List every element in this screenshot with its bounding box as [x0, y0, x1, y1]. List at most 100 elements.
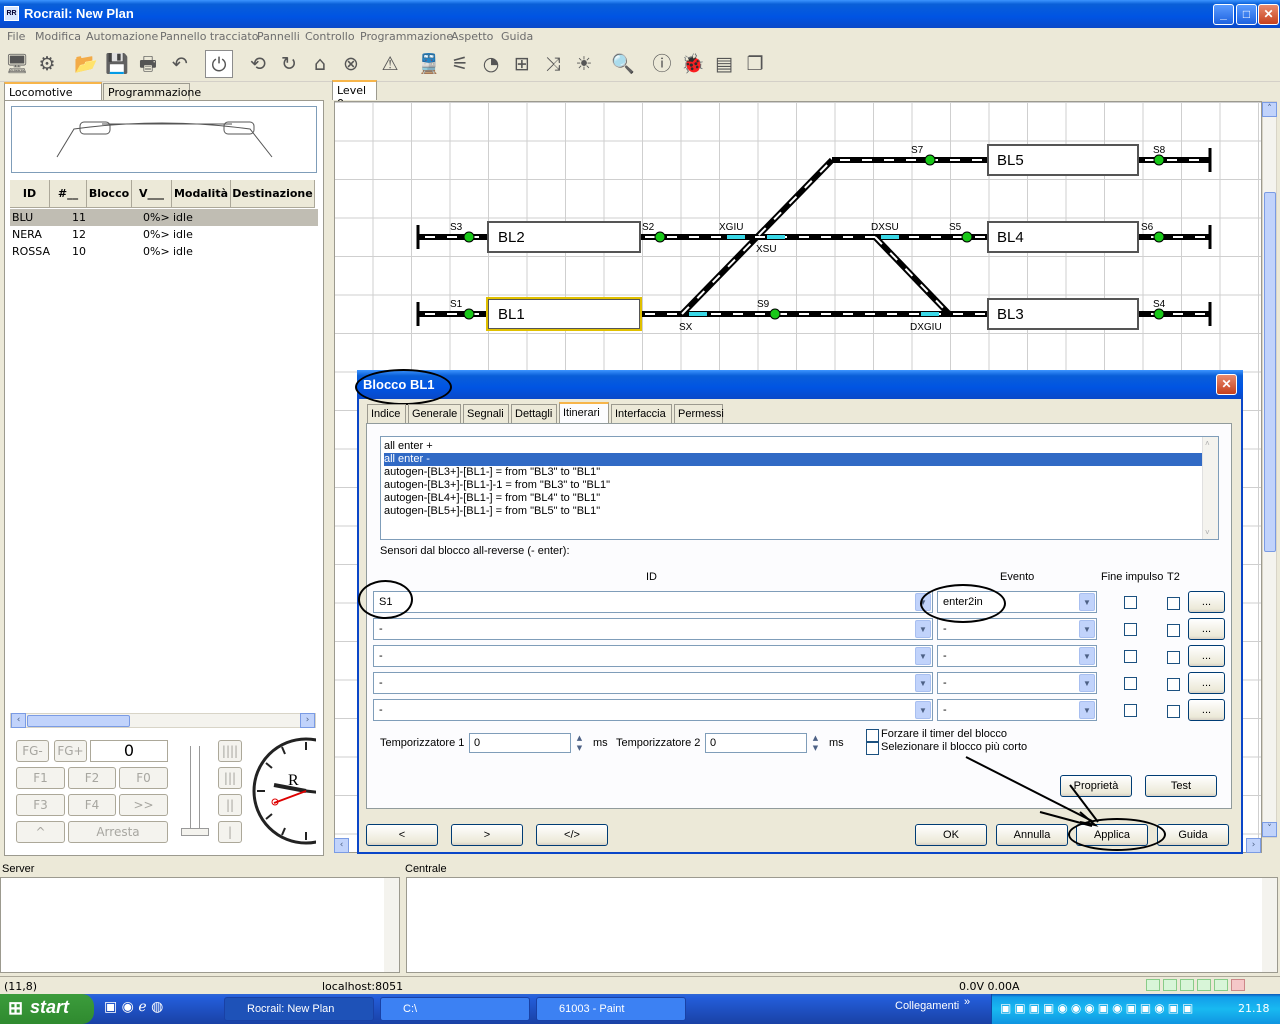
scroll-thumb[interactable] [27, 715, 130, 727]
t2-checkbox[interactable] [1167, 678, 1180, 691]
chevron-down-icon[interactable]: ▼ [915, 647, 931, 665]
light-icon[interactable]: ☀ [570, 50, 598, 78]
col-v[interactable]: V___ [132, 180, 172, 208]
tab-segnali[interactable]: Segnali [463, 404, 509, 423]
sensor-id-select[interactable]: - ▼ [373, 645, 933, 667]
tab-generale[interactable]: Generale [408, 404, 461, 423]
timer2-input[interactable]: 0 [705, 733, 807, 753]
dialog-close-button[interactable]: ✕ [1216, 374, 1237, 395]
reset-icon[interactable]: ↻ [275, 50, 303, 78]
menu-aspetto[interactable]: Aspetto [451, 30, 493, 43]
fine-impulso-checkbox[interactable] [1124, 677, 1137, 690]
power-icon[interactable]: ⏻ [205, 50, 233, 78]
warning-icon[interactable]: ⚠ [376, 50, 404, 78]
list-item[interactable]: all enter - [384, 453, 1202, 466]
connect-icon[interactable]: 🖥 [3, 50, 31, 78]
tab-permessi[interactable]: Permessi [674, 404, 724, 423]
speed-step-1-button[interactable]: | [218, 821, 242, 843]
sensor-id-select[interactable]: S1 ▼ [373, 591, 933, 613]
speed-step-3-button[interactable]: ||| [218, 767, 242, 789]
menu-guida[interactable]: Guida [501, 30, 533, 43]
xml-button[interactable]: </> [536, 824, 608, 846]
col-modalita[interactable]: Modalità [172, 180, 231, 208]
table-row[interactable]: ROSSA 10 0%> idle [10, 243, 318, 260]
help-button[interactable]: Guida [1157, 824, 1229, 846]
chevron-down-icon[interactable]: ▼ [1079, 674, 1095, 692]
scroll-down-icon[interactable]: ˅ [1205, 528, 1210, 537]
train-icon[interactable]: 🚆 [415, 50, 443, 78]
fine-impulso-checkbox[interactable] [1124, 704, 1137, 717]
server-log[interactable] [0, 877, 400, 973]
central-log-scrollbar[interactable] [1262, 878, 1277, 972]
cancel-icon[interactable]: ⊗ [337, 50, 365, 78]
info-icon[interactable]: ⓘ [648, 50, 676, 78]
tab-indice[interactable]: Indice [367, 404, 406, 423]
col-id[interactable]: ID [10, 180, 50, 208]
scroll-right-icon[interactable]: › [1246, 838, 1261, 853]
fine-impulso-checkbox[interactable] [1124, 596, 1137, 609]
maximize-button[interactable]: □ [1236, 4, 1257, 25]
col-num[interactable]: #__ [50, 180, 87, 208]
scroll-right-icon[interactable]: › [300, 713, 315, 728]
menu-controllo[interactable]: Controllo [305, 30, 355, 43]
search-icon[interactable]: 🔍 [609, 50, 637, 78]
chevron-right-icon[interactable]: » [964, 996, 970, 1008]
speedometer-icon[interactable]: ◔ [477, 50, 505, 78]
sync-icon[interactable]: ⟲ [244, 50, 272, 78]
tab-programmazione[interactable]: Programmazione [103, 83, 201, 101]
table-row[interactable]: BLU 11 0%> idle [10, 209, 318, 226]
f2-button[interactable]: F2 [68, 767, 116, 789]
chevron-down-icon[interactable]: ▼ [1079, 701, 1095, 719]
task-paint[interactable]: 61003 - Paint [536, 997, 686, 1021]
t2-checkbox[interactable] [1167, 624, 1180, 637]
table-row[interactable]: NERA 12 0%> idle [10, 226, 318, 243]
quicklaunch-icons[interactable]: ▣ ◉ ℯ ◍ [104, 999, 163, 1015]
plan-vscrollbar[interactable]: ˄ ˅ [1262, 101, 1277, 838]
fg-plus-button[interactable]: FG+ [54, 740, 87, 762]
menu-pannello-tracciato[interactable]: Pannello tracciato [160, 30, 258, 43]
list-item[interactable]: autogen-[BL3+]-[BL1-]-1 = from "BL3" to … [384, 479, 1202, 492]
sensor-details-button[interactable]: ... [1188, 618, 1225, 640]
list-item[interactable]: autogen-[BL3+]-[BL1-] = from "BL3" to "B… [384, 466, 1202, 479]
previous-button[interactable]: < [366, 824, 438, 846]
route-list-scrollbar[interactable]: ˄ ˅ [1202, 437, 1218, 539]
sensor-details-button[interactable]: ... [1188, 699, 1225, 721]
open-folder-icon[interactable]: 📂 [72, 50, 100, 78]
menu-file[interactable]: File [7, 30, 25, 43]
test-button[interactable]: Test [1145, 775, 1217, 797]
undo-icon[interactable]: ↶ [166, 50, 194, 78]
t2-checkbox[interactable] [1167, 597, 1180, 610]
timer1-input[interactable]: 0 [469, 733, 571, 753]
force-timer-checkbox[interactable] [866, 729, 879, 742]
f3-button[interactable]: F3 [16, 794, 65, 816]
print-icon[interactable]: 🖶 [134, 50, 162, 78]
chevron-down-icon[interactable]: ▼ [915, 701, 931, 719]
menu-modifica[interactable]: Modifica [35, 30, 81, 43]
t2-checkbox[interactable] [1167, 651, 1180, 664]
sensor-event-select[interactable]: - ▼ [937, 699, 1097, 721]
bug-icon[interactable]: 🐞 [679, 50, 707, 78]
network-icon[interactable]: ⊞ [508, 50, 536, 78]
col-destinazione[interactable]: Destinazione [231, 180, 315, 208]
sensor-id-select[interactable]: - ▼ [373, 618, 933, 640]
save-icon[interactable]: 💾 [103, 50, 131, 78]
menu-pannelli[interactable]: Pannelli [257, 30, 300, 43]
task-rocrail[interactable]: Rocrail: New Plan [224, 997, 374, 1021]
list-item[interactable]: autogen-[BL4+]-[BL1-] = from "BL4" to "B… [384, 492, 1202, 505]
direction-button[interactable]: ^ [16, 821, 65, 843]
properties-button[interactable]: Proprietà [1060, 775, 1132, 797]
fg-minus-button[interactable]: FG- [16, 740, 49, 762]
sensor-id-select[interactable]: - ▼ [373, 672, 933, 694]
pages-icon[interactable]: ❐ [741, 50, 769, 78]
close-button[interactable]: ✕ [1258, 4, 1279, 25]
links-toolbar[interactable]: Collegamenti [895, 1000, 959, 1012]
speed-step-2-button[interactable]: || [218, 794, 242, 816]
scroll-thumb[interactable] [1264, 192, 1276, 552]
chevron-down-icon[interactable]: ▼ [915, 620, 931, 638]
f4-button[interactable]: F4 [68, 794, 116, 816]
tab-dettagli[interactable]: Dettagli [511, 404, 557, 423]
speed-step-4-button[interactable]: |||| [218, 740, 242, 762]
list-item[interactable]: autogen-[BL5+]-[BL1-] = from "BL5" to "B… [384, 505, 1202, 518]
timer2-spinner[interactable]: ▲ ▼ [809, 733, 822, 753]
sensor-details-button[interactable]: ... [1188, 672, 1225, 694]
